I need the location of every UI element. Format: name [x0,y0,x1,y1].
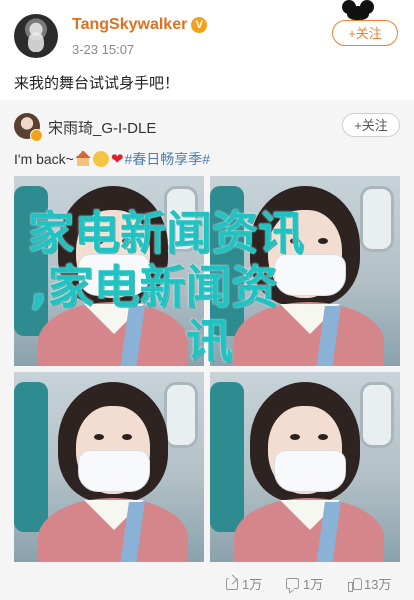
thumbs-up-icon [348,577,362,592]
follow-button[interactable]: +关注 [332,20,398,46]
post-username[interactable]: TangSkywalker V [72,16,208,34]
hashtag-link[interactable]: #春日畅享季# [124,151,210,167]
photo-grid [14,176,400,562]
house-emoji-icon [74,151,91,167]
photo-1[interactable] [14,176,204,366]
retweet-verified-badge-icon [30,129,43,142]
photo-4[interactable] [210,372,400,562]
retweet-username[interactable]: 宋雨琦_G-I-DLE [48,117,156,138]
post-time: 3-23 15:07 [72,42,135,57]
heart-emoji-icon: ❤ [110,151,124,168]
post-username-text[interactable]: TangSkywalker [72,16,187,33]
photo-3[interactable] [14,372,204,562]
retweet-card[interactable]: 宋雨琦_G-I-DLE +关注 I'm back~ ❤#春日畅享季# 1万 1万… [0,100,414,600]
photo-2[interactable] [210,176,400,366]
vip-badge-icon: V [191,17,208,33]
action-bar: 1万 1万 13万 [0,570,414,594]
repost-icon [226,577,238,590]
comment-count: 1万 [303,577,324,592]
retweet-text: I'm back~ ❤#春日畅享季# [14,149,210,169]
retweet-text-prefix: I'm back~ [14,151,74,167]
repost-count: 1万 [242,577,263,592]
retweet-follow-button[interactable]: +关注 [342,113,400,137]
comment-button[interactable]: 1万 [286,574,323,593]
repost-button[interactable]: 1万 [226,574,262,593]
user-avatar[interactable] [14,14,58,58]
like-button[interactable]: 13万 [348,574,391,593]
post-text: 来我的舞台试试身手吧！ [14,75,180,92]
comment-icon [286,578,299,589]
mickey-mascot-icon [338,0,378,22]
post-header: TangSkywalker V 3-23 15:07 +关注 [0,0,414,64]
smiling-face-emoji-icon [92,151,109,167]
like-count: 13万 [364,577,392,592]
